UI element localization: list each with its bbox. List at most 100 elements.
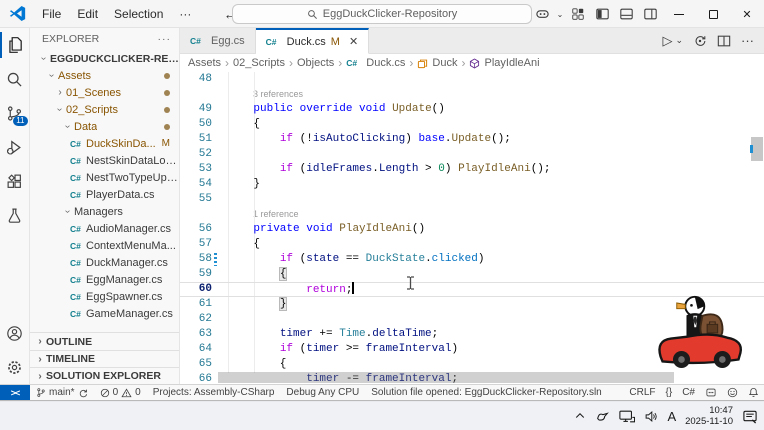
section-solution-explorer[interactable]: SOLUTION EXPLORER [30, 367, 179, 384]
run-button[interactable]: ▷ [662, 33, 672, 49]
tree-item-folder[interactable]: 02_Scripts [30, 101, 179, 118]
activity-bar: 11 [0, 28, 30, 384]
open-changes-icon[interactable] [693, 34, 707, 48]
code-editor[interactable]: 483 references49 public override void Up… [180, 72, 764, 384]
sidebar-more-actions[interactable]: ··· [158, 33, 172, 45]
section-timeline[interactable]: TIMELINE [30, 350, 179, 367]
ime-indicator[interactable]: A [667, 409, 676, 424]
breadcrumb-class[interactable]: Duck [432, 57, 457, 69]
tab-close-icon[interactable]: ✕ [349, 35, 358, 48]
sidebar-sections: OUTLINE TIMELINE SOLUTION EXPLORER [30, 332, 179, 384]
tree-item-file[interactable]: C#EggManager.cs [30, 271, 179, 288]
tree-item-file[interactable]: C#PlayerData.cs [30, 186, 179, 203]
tree-item-folder[interactable]: Data [30, 118, 179, 135]
code-line-48[interactable]: 48 [180, 72, 764, 87]
toggle-panel-icon[interactable] [614, 3, 638, 25]
network-icon[interactable] [619, 410, 635, 423]
toggle-secondary-sidebar-icon[interactable] [638, 3, 662, 25]
breadcrumb-assets[interactable]: Assets [188, 57, 221, 69]
tray-hidden-icons-chevron[interactable] [574, 410, 586, 422]
code-token [227, 103, 253, 115]
tree-item-file[interactable]: C#DuckManager.cs [30, 254, 179, 271]
code-line-49[interactable]: 49 public override void Update() [180, 102, 764, 117]
copilot-chevron-icon[interactable]: ⌄ [554, 3, 566, 25]
csharp-file-icon: C# [70, 190, 83, 200]
section-outline[interactable]: OUTLINE [30, 333, 179, 350]
branch-status[interactable]: main* [30, 387, 94, 398]
code-token: ) [451, 343, 458, 355]
brackets-indicator[interactable]: {} [661, 387, 678, 398]
close-button[interactable]: ✕ [730, 0, 764, 28]
tree-item-label: 01_Scenes [66, 87, 121, 99]
split-editor-icon[interactable] [717, 34, 731, 48]
codelens-reference[interactable]: 3 references [180, 87, 764, 102]
solution-status[interactable]: Solution file opened: EggDuckClicker-Rep… [365, 387, 607, 398]
tray-bird-icon[interactable] [595, 409, 610, 423]
code-line-53[interactable]: 53 if (idleFrames.Length > 0) PlayIdleAn… [180, 162, 764, 177]
command-center-search[interactable]: EggDuckClicker-Repository [232, 4, 532, 24]
volume-icon[interactable] [644, 410, 658, 423]
codelens-reference[interactable]: 1 reference [180, 207, 764, 222]
copilot-icon[interactable] [530, 3, 554, 25]
code-line-51[interactable]: 51 if (!isAutoClicking) base.Update(); [180, 132, 764, 147]
tree-item-file[interactable]: C#ContextMenuMa... [30, 237, 179, 254]
run-chevron-icon[interactable]: ⌄ [675, 35, 683, 46]
code-line-55[interactable]: 55 [180, 192, 764, 207]
activitybar-extensions[interactable] [0, 164, 30, 198]
tree-item-folder[interactable]: Managers [30, 203, 179, 220]
action-center-icon[interactable] [742, 409, 758, 424]
code-line-54[interactable]: 54 } [180, 177, 764, 192]
code-line-57[interactable]: 57 { [180, 237, 764, 252]
minimize-button[interactable] [662, 0, 696, 28]
activitybar-settings[interactable] [0, 350, 30, 384]
activitybar-run-debug[interactable] [0, 130, 30, 164]
activitybar-testing[interactable] [0, 198, 30, 232]
code-line-59[interactable]: 59 { [180, 267, 764, 282]
taskbar-clock[interactable]: 10:47 2025-11-10 [685, 405, 733, 427]
code-line-50[interactable]: 50 { [180, 117, 764, 132]
notifications-bell-icon[interactable] [743, 387, 764, 398]
editor-more-actions[interactable]: ··· [741, 33, 754, 48]
gutter [212, 267, 227, 282]
activitybar-account[interactable] [0, 316, 30, 350]
projects-status[interactable]: Projects: Assembly-CSharp [147, 387, 281, 398]
code-line-56[interactable]: 56 private void PlayIdleAni() [180, 222, 764, 237]
menu-more[interactable]: ··· [171, 0, 199, 28]
remote-indicator[interactable]: >< [0, 385, 30, 400]
menu-selection[interactable]: Selection [106, 0, 171, 28]
tree-item-file[interactable]: C#NestTwoTypeUpg... [30, 169, 179, 186]
activitybar-source-control[interactable]: 11 [0, 96, 30, 130]
tree-item-file[interactable]: C#AudioManager.cs [30, 220, 179, 237]
tree-item-file[interactable]: C#GameManager.cs [30, 305, 179, 322]
tree-item-file[interactable]: C#DuckSkinDa...M [30, 135, 179, 152]
menu-edit[interactable]: Edit [69, 0, 106, 28]
breadcrumb-file[interactable]: Duck.cs [366, 57, 405, 69]
eol-indicator[interactable]: CRLF [624, 387, 660, 398]
csdevkit-icon[interactable] [700, 387, 722, 398]
breadcrumb-objects[interactable]: Objects [297, 57, 334, 69]
gutter [212, 72, 227, 87]
tree-item-file[interactable]: C#NestSkinDataLoa... [30, 152, 179, 169]
tab-egg-cs[interactable]: C# Egg.cs [180, 28, 256, 53]
activitybar-explorer[interactable] [0, 28, 30, 62]
problems-status[interactable]: 0 0 [94, 387, 147, 398]
feedback-smiley-icon[interactable] [722, 387, 743, 398]
breadcrumb-method[interactable]: PlayIdleAni [484, 57, 539, 69]
debug-config-status[interactable]: Debug Any CPU [280, 387, 365, 398]
tree-item-folder[interactable]: Assets [30, 67, 179, 84]
language-indicator[interactable]: C# [677, 387, 700, 398]
tab-duck-cs[interactable]: C# Duck.cs M ✕ [256, 28, 370, 54]
activitybar-search[interactable] [0, 62, 30, 96]
code-line-52[interactable]: 52 [180, 147, 764, 162]
breadcrumb-scripts[interactable]: 02_Scripts [233, 57, 285, 69]
code-line-58[interactable]: 58 if (state == DuckState.clicked) [180, 252, 764, 267]
tree-item-file[interactable]: C#EggSpawner.cs [30, 288, 179, 305]
customize-layout-icon[interactable] [566, 3, 590, 25]
tree-item-folder[interactable]: 01_Scenes [30, 84, 179, 101]
menu-file[interactable]: File [34, 0, 69, 28]
horizontal-scrollbar[interactable] [218, 372, 674, 383]
chevron-right-icon [54, 87, 66, 98]
toggle-primary-sidebar-icon[interactable] [590, 3, 614, 25]
maximize-button[interactable] [696, 0, 730, 28]
tree-item-folder[interactable]: EGGDUCKCLICKER-REPOSI... [30, 50, 179, 67]
